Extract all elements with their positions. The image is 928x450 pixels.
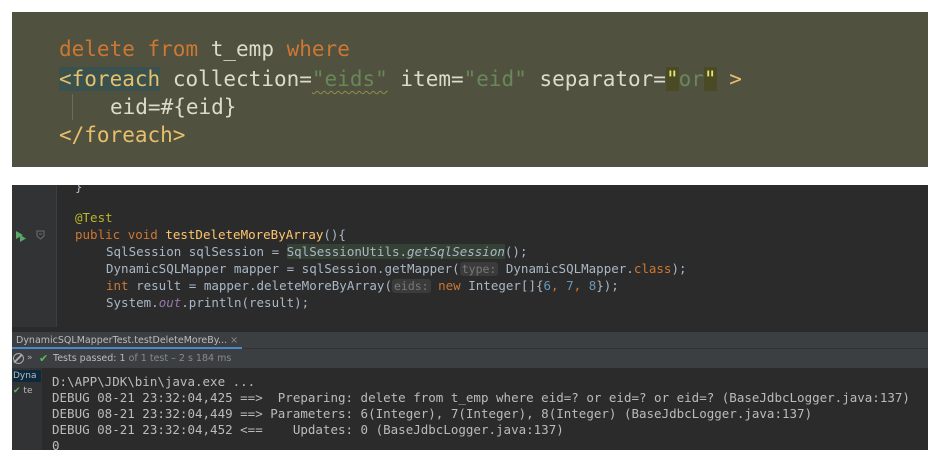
attr-item: item= — [400, 67, 464, 91]
param-hint-eids: eids: — [391, 279, 431, 293]
run-test-icon[interactable] — [15, 230, 27, 242]
editor-gutter — [12, 185, 56, 327]
utils-class-ref: SqlSessionUtils. — [286, 244, 408, 259]
test-tree-item-label: te — [23, 386, 33, 396]
test-tree-root[interactable]: Dyna — [13, 370, 41, 382]
code-line-result: int result = mapper.deleteMoreByArray(ei… — [106, 278, 619, 294]
passed-detail: of 1 test – 2 s 184 ms — [128, 353, 232, 364]
attr-item-value: "eid" — [463, 67, 527, 91]
method-parens: (){ — [323, 227, 346, 242]
sqlsession-decl: SqlSession sqlSession = — [106, 244, 287, 259]
method-name: testDeleteMoreByArray — [165, 227, 324, 242]
xml-snippet-panel: delete from t_emp where <foreach collect… — [12, 12, 928, 167]
console-line-preparing: DEBUG 08-21 23:32:04,425 ==> Preparing: … — [52, 390, 910, 405]
attr-separator-value: or — [678, 67, 704, 91]
console-line-java: D:\APP\JDK\bin\java.exe ... — [52, 374, 256, 389]
console-line-updates: DEBUG 08-21 23:32:04,452 <== Updates: 0 … — [52, 422, 564, 437]
test-status-bar: » ✔ Tests passed: 1 of 1 test – 2 s 184 … — [12, 349, 928, 368]
out-field: out — [158, 295, 182, 310]
foreach-tag-end: > — [729, 67, 742, 91]
run-config-tab[interactable]: DynamicSQLMapperTest.testDeleteMoreBy...… — [12, 332, 243, 349]
check-icon: ✔ — [39, 352, 49, 365]
println-call: .println(result); — [181, 295, 310, 310]
kw-class: class — [633, 261, 672, 276]
kw-new: new — [430, 278, 461, 293]
xml-line-1: delete from t_emp where — [59, 36, 350, 62]
kw-int: int — [106, 278, 129, 293]
attr-separator: separator= — [539, 67, 666, 91]
separator-quote-close: " — [703, 67, 717, 91]
code-line-mapper: DynamicSQLMapper mapper = sqlSession.get… — [106, 261, 687, 277]
fold-icon[interactable] — [36, 230, 45, 240]
number-6: 6 — [543, 278, 552, 293]
attr-collection: collection= — [172, 67, 312, 91]
code-line-sqlsession: SqlSession sqlSession = SqlSessionUtils.… — [106, 244, 527, 259]
foreach-close-tag: </foreach> — [59, 123, 186, 147]
kw-void: void — [127, 227, 158, 242]
sql-keyword-where: where — [286, 37, 350, 61]
mapper-call-end: ); — [671, 261, 687, 276]
gutter-separator — [56, 185, 57, 327]
passed-label: Tests passed: — [53, 353, 117, 364]
code-line-println: System.out.println(result); — [106, 295, 309, 310]
ide-panel: } @Test public void testDeleteMoreByArra… — [12, 185, 928, 450]
separator-quote-open: " — [665, 67, 679, 91]
indent-guide — [72, 94, 73, 120]
tests-passed-text: Tests passed: 1 of 1 test – 2 s 184 ms — [53, 349, 231, 368]
comma-1: , — [551, 278, 567, 293]
sql-keyword-delete: delete — [59, 37, 135, 61]
passed-count: 1 — [119, 353, 126, 364]
attr-collection-value: "eids" — [311, 67, 388, 91]
system-class: System. — [106, 295, 159, 310]
method-signature: public void testDeleteMoreByArray(){ — [75, 227, 346, 242]
code-line-brace: } — [75, 185, 83, 194]
expand-icon[interactable]: » — [27, 349, 33, 368]
static-method-call: getSqlSession — [407, 244, 505, 259]
check-icon: ✔ — [13, 386, 21, 396]
test-tree: Dyna ✔ te — [12, 368, 42, 450]
mapper-class-arg: DynamicSQLMapper. — [498, 261, 634, 276]
mapper-decl: DynamicSQLMapper mapper = sqlSession.get… — [106, 261, 460, 276]
param-hint-type: type: — [459, 262, 499, 276]
kw-public: public — [75, 227, 121, 242]
run-tab-label: DynamicSQLMapperTest.testDeleteMoreBy... — [16, 335, 228, 346]
call-end: (); — [504, 244, 528, 259]
result-assign: result = mapper.deleteMoreByArray( — [128, 278, 392, 293]
test-tree-item[interactable]: ✔ te — [13, 385, 41, 397]
stop-icon[interactable] — [13, 353, 24, 364]
comma-2: , — [573, 278, 589, 293]
sql-table-name: t_emp — [210, 37, 274, 61]
close-icon[interactable]: × — [230, 335, 238, 346]
xml-line-2: <foreach collection="eids" item="eid" se… — [59, 66, 742, 92]
foreach-open-tag: <foreach — [59, 67, 161, 91]
number-7: 7 — [566, 278, 574, 293]
xml-line-3: eid=#{eid} — [110, 95, 237, 119]
sql-keyword-from: from — [147, 37, 199, 61]
test-annotation: @Test — [75, 210, 113, 225]
array-type: Integer[]{ — [460, 278, 544, 293]
run-tab-bar: DynamicSQLMapperTest.testDeleteMoreBy...… — [12, 331, 928, 349]
console-line-parameters: DEBUG 08-21 23:32:04,449 ==> Parameters:… — [52, 406, 813, 421]
console-line-result: 0 — [52, 438, 60, 450]
array-end: }); — [596, 278, 619, 293]
